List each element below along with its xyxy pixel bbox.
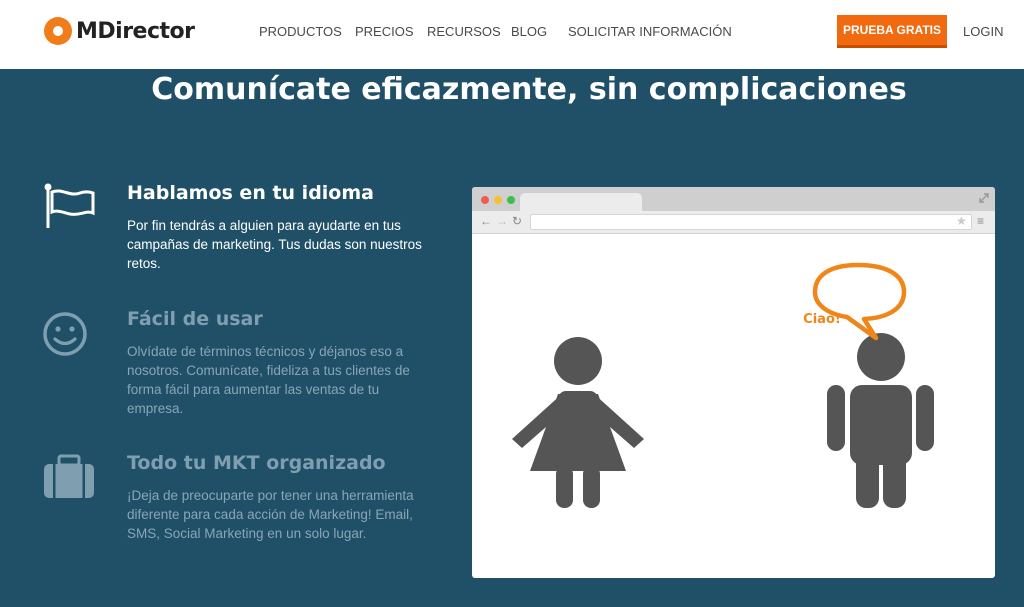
smiley-icon [43,312,87,356]
flag-icon [44,183,95,228]
nav-item-recursos[interactable]: RECURSOS [427,24,501,39]
window-maximize-icon [507,196,515,204]
feature-description: Olvídate de términos técnicos y déjanos … [127,344,410,416]
free-trial-button[interactable]: PRUEBA GRATIS [837,15,947,48]
window-close-icon [481,196,489,204]
feature-title: Todo tu MKT organizado [127,452,386,474]
speech-bubble-text: Ciao! [803,312,841,327]
expand-icon [979,193,989,203]
back-arrow-icon: ← [480,214,492,228]
forward-arrow-icon: → [496,214,508,228]
login-link[interactable]: LOGIN [963,24,1003,39]
window-minimize-icon [494,196,502,204]
nav-item-productos[interactable]: PRODUCTOS [259,24,342,39]
page-title: Comunícate eficazmente, sin complicacion… [151,72,907,107]
feature-description: Por fin tendrás a alguien para ayudarte … [127,218,422,271]
browser-tab-bar [472,187,995,211]
feature-title: Hablamos en tu idioma [127,182,374,204]
feature-title: Fácil de usar [127,308,263,330]
nav-item-solicitar-informacion[interactable]: SOLICITAR INFORMACIÓN [568,24,732,39]
speech-bubble [812,262,907,341]
nav-item-precios[interactable]: PRECIOS [355,24,414,39]
browser-illustration: ← → ↻ ★ ≡ Ciao! [472,187,995,578]
man-figure-icon [827,333,934,508]
brand-name: MDirector [76,18,195,44]
browser-address-bar: ← → ↻ ★ ≡ [472,211,995,234]
browser-tab [520,193,642,211]
people-illustration [512,262,934,508]
star-icon: ★ [956,214,967,228]
reload-icon: ↻ [512,214,523,228]
url-field [530,214,972,230]
logo-icon [44,17,72,45]
menu-icon: ≡ [977,214,985,228]
brand-logo[interactable]: MDirector [44,16,195,46]
woman-figure-icon [512,337,644,508]
briefcase-icon [44,454,94,498]
top-navigation-bar: MDirector PRODUCTOS PRECIOS RECURSOS BLO… [0,0,1024,69]
nav-item-blog[interactable]: BLOG [511,24,547,39]
feature-description: ¡Deja de preocuparte por tener una herra… [127,488,414,541]
